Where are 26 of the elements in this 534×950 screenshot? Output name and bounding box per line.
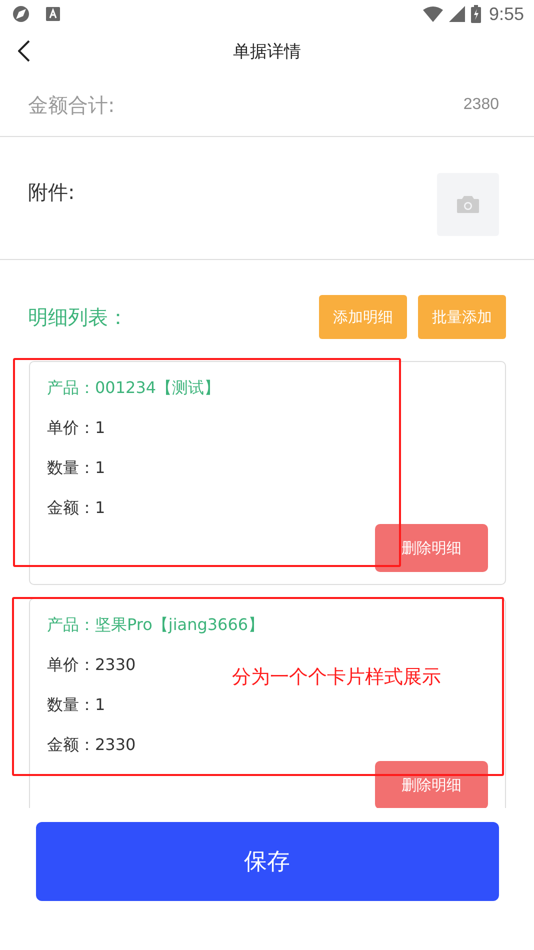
battery-icon xyxy=(470,5,481,23)
detail-field: 单价：2330 xyxy=(47,653,136,677)
detail-field: 数量：1 xyxy=(47,456,106,480)
detail-field: 金额：1 xyxy=(47,496,106,520)
detail-list-title: 明细列表： xyxy=(28,304,128,330)
delete-detail-button[interactable]: 删除明细 xyxy=(375,524,488,572)
add-detail-button[interactable]: 批量添加 xyxy=(418,295,506,339)
camera-icon xyxy=(457,196,479,213)
total-label: 金额合计: xyxy=(28,92,115,118)
back-icon[interactable] xyxy=(18,40,30,62)
delete-detail-button[interactable]: 删除明细 xyxy=(375,761,488,809)
page-title: 单据详情 xyxy=(233,40,301,62)
detail-field: 数量：1 xyxy=(47,693,106,717)
detail-field: 单价：1 xyxy=(47,416,106,440)
add-detail-button[interactable]: 添加明细 xyxy=(319,295,407,339)
detail-field: 金额：2330 xyxy=(47,733,136,757)
save-button[interactable]: 保存 xyxy=(36,822,498,901)
status-time: 9:55 xyxy=(488,4,524,24)
signal-icon xyxy=(448,6,465,22)
wifi-icon xyxy=(422,6,443,22)
font-icon xyxy=(46,7,60,21)
attachment-label: 附件: xyxy=(28,179,75,206)
product-name: 产品：坚果Pro【jiang3666】 xyxy=(47,614,264,636)
annotation-note: 分为一个个卡片样式展示 xyxy=(232,665,441,690)
product-name: 产品：001234【测试】 xyxy=(47,377,220,399)
total-value: 2380 xyxy=(463,96,499,114)
